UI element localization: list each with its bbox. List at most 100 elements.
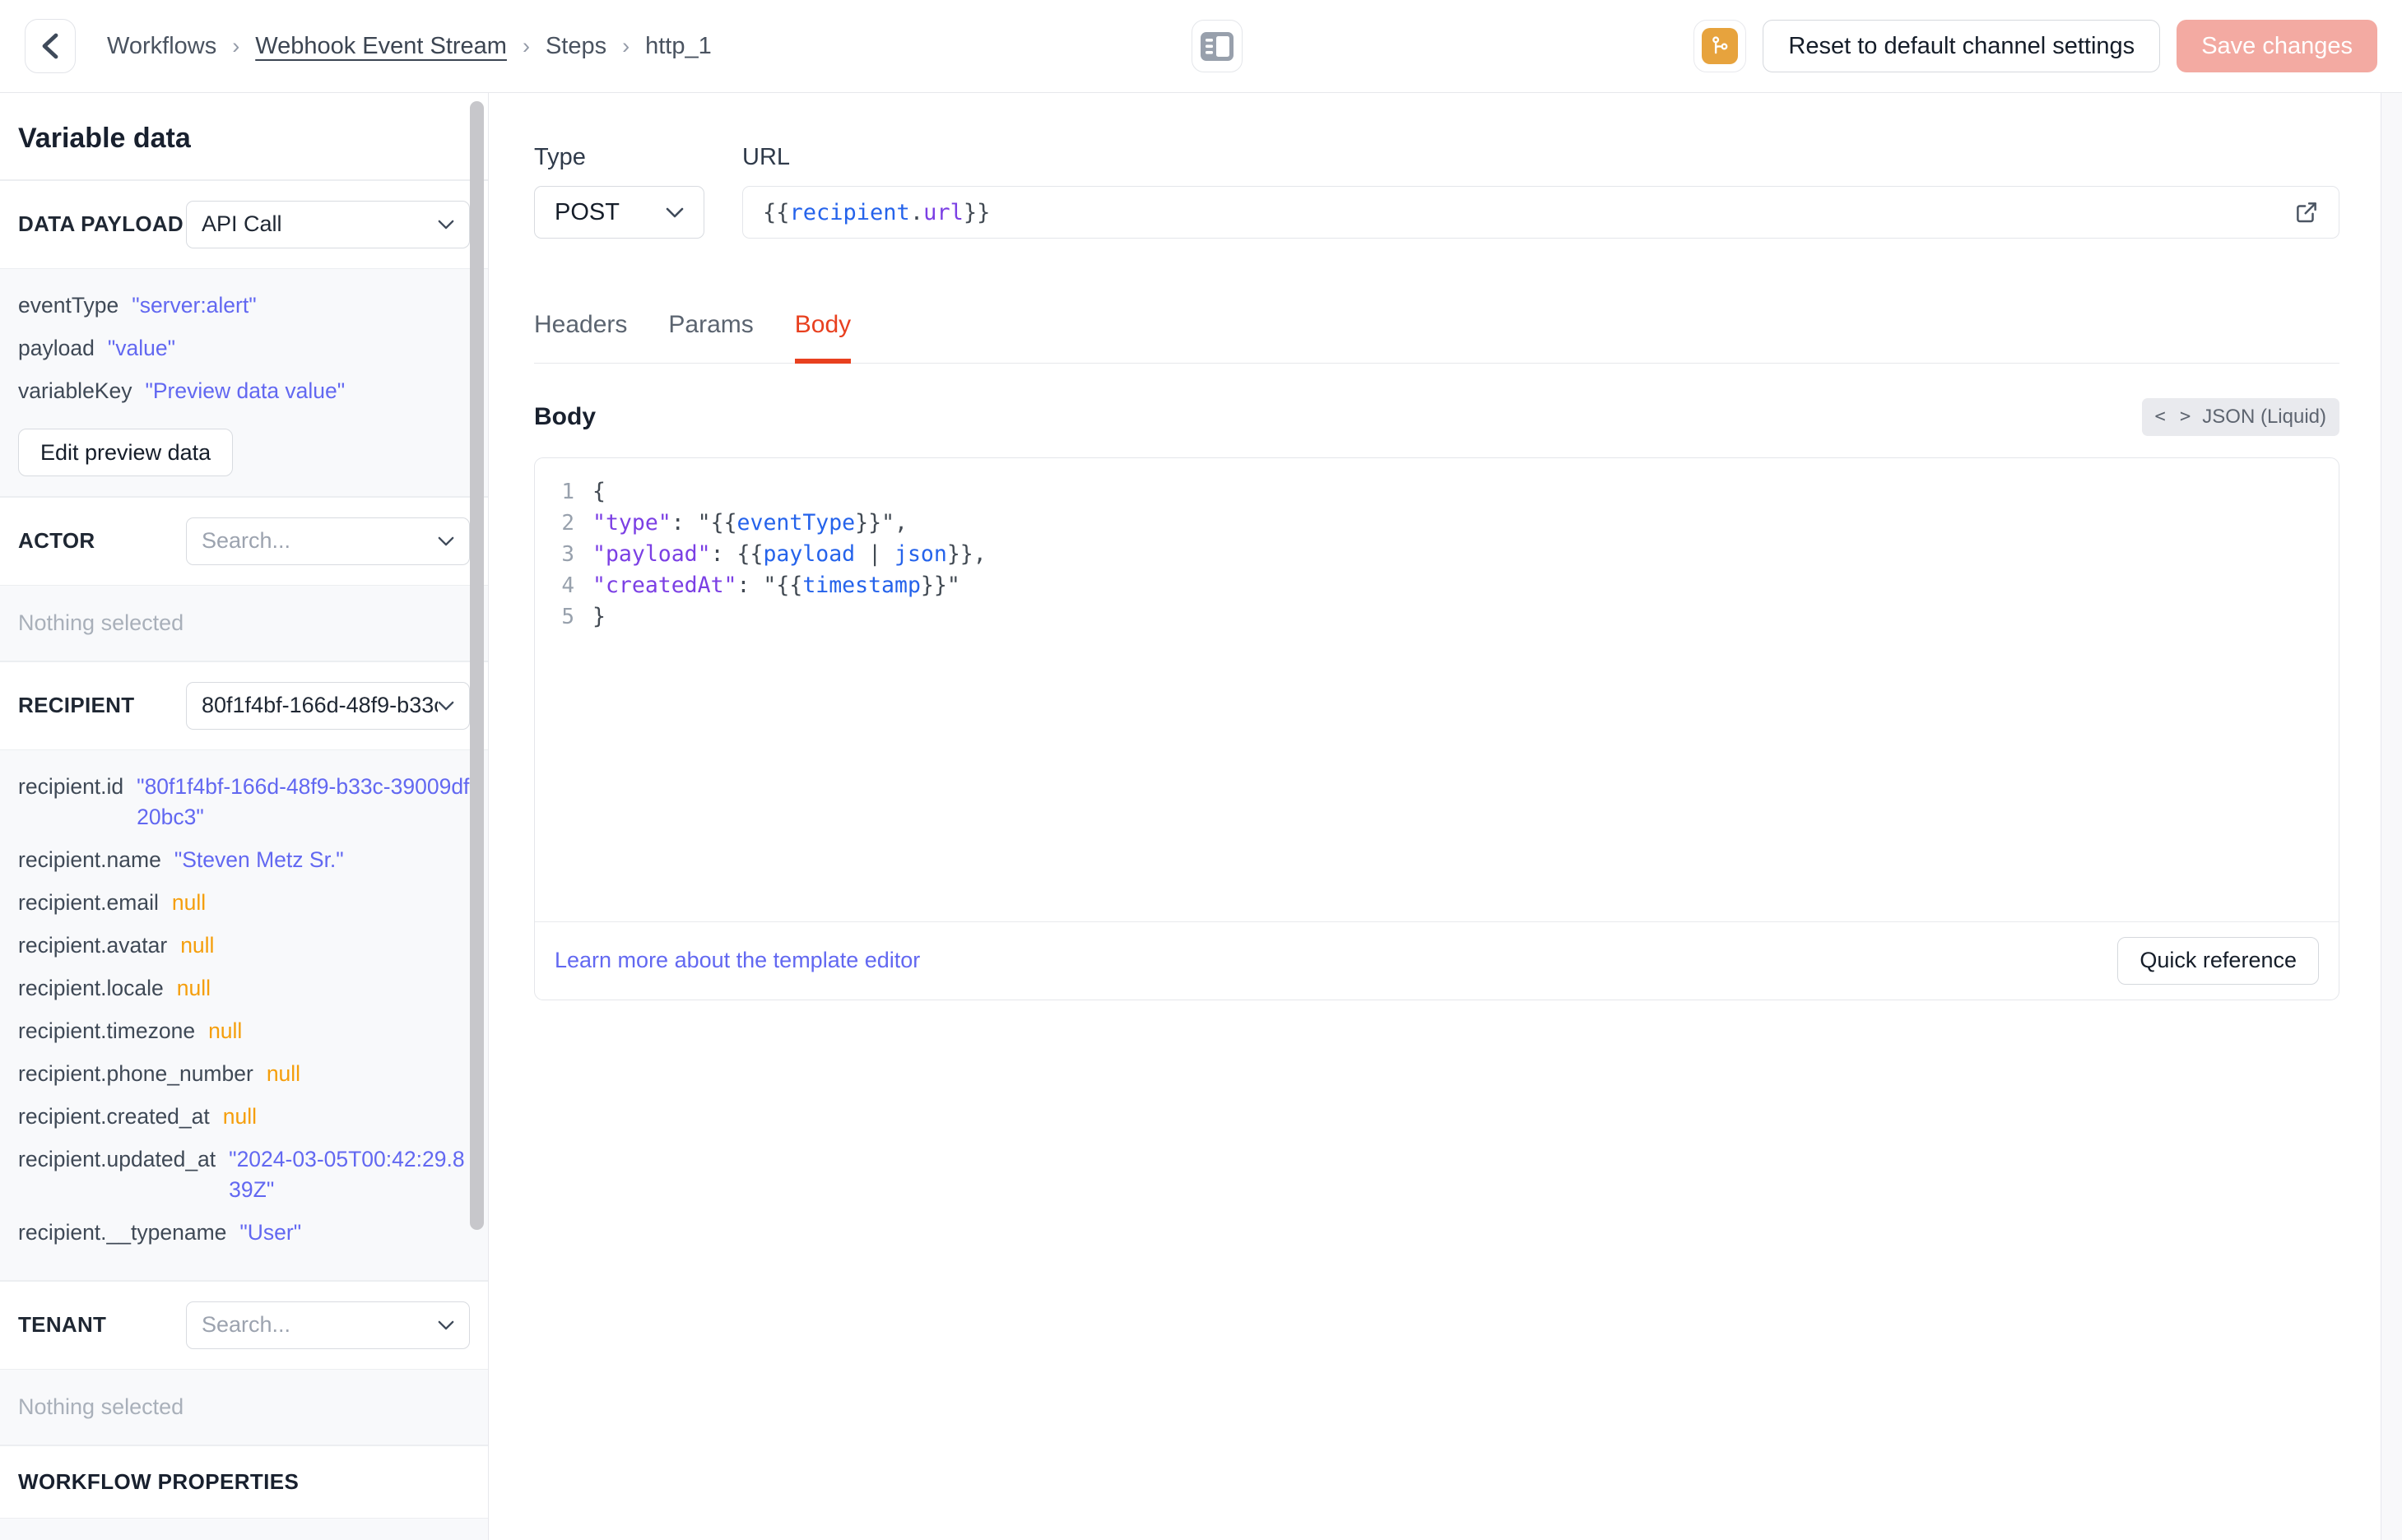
actor-search-input[interactable]: Search...	[186, 517, 470, 565]
section-tenant: TENANT Search...	[0, 1281, 488, 1369]
recipient-select[interactable]: 80f1f4bf-166d-48f9-b33c	[186, 681, 470, 730]
variable-key: variableKey	[18, 378, 132, 403]
tab-params[interactable]: Params	[668, 311, 753, 364]
section-label-recipient: RECIPIENT	[18, 693, 135, 717]
url-field: URL {{recipient.url}}	[742, 144, 2339, 239]
variable-value: "value"	[107, 336, 175, 360]
quick-reference-button[interactable]: Quick reference	[2117, 936, 2319, 985]
code-text: {	[592, 476, 606, 508]
chevron-left-icon	[39, 32, 61, 60]
variable-row: recipient.name "Steven Metz Sr."	[18, 845, 470, 875]
section-header: WORKFLOW PROPERTIES	[0, 1445, 488, 1518]
code-token: "	[763, 572, 777, 598]
variable-key: recipient.phone_number	[18, 1061, 253, 1086]
code-text: "createdAt": "{{timestamp}}"	[592, 570, 960, 601]
code-token: "	[881, 509, 895, 536]
recipient-data-section: recipient.id "80f1f4bf-166d-48f9-b33c-390…	[0, 750, 488, 1280]
code-token: :	[710, 540, 737, 567]
version-diff-button[interactable]	[1693, 20, 1747, 72]
breadcrumb-steps[interactable]: Steps	[546, 33, 606, 60]
variable-value: null	[176, 976, 211, 1000]
url-input[interactable]: {{recipient.url}}	[742, 186, 2339, 239]
variable-row: variableKey "Preview data value"	[18, 376, 470, 406]
variable-data-panel: Variable data DATA PAYLOAD API Call eventT…	[0, 93, 489, 1540]
code-token: ,	[894, 509, 908, 536]
line-number: 4	[561, 573, 574, 598]
branch-icon	[1702, 28, 1739, 64]
variable-key: recipient.updated_at	[18, 1147, 216, 1171]
code-token: {{	[710, 509, 737, 536]
variable-key: payload	[18, 336, 95, 360]
url-value: {{recipient.url}}	[763, 200, 2294, 225]
actor-value: Search...	[202, 528, 291, 553]
type-field: Type POST	[534, 144, 704, 239]
code-text: }	[592, 601, 606, 633]
variable-key: recipient.__typename	[18, 1220, 227, 1245]
sidebar-scrollbar-thumb[interactable]	[470, 101, 484, 1230]
code-text: "type": "{{eventType}}",	[592, 508, 908, 539]
back-button[interactable]	[25, 19, 76, 73]
variable-row: recipient.timezone null	[18, 1016, 470, 1046]
recipient-value: 80f1f4bf-166d-48f9-b33c	[202, 693, 438, 717]
variable-value: null	[171, 890, 207, 915]
reset-channel-settings-button[interactable]: Reset to default channel settings	[1763, 20, 2161, 72]
code-token: {	[592, 478, 606, 504]
variable-value: null	[180, 933, 215, 958]
tenant-search-input[interactable]: Search...	[186, 1301, 470, 1349]
data-payload-select[interactable]: API Call	[186, 200, 470, 248]
edit-preview-data-button[interactable]: Edit preview data	[18, 429, 234, 476]
tenant-value: Search...	[202, 1312, 291, 1337]
line-number: 5	[561, 604, 574, 629]
url-token: }}	[963, 199, 991, 225]
code-token: eventType	[736, 509, 856, 536]
chevron-down-icon	[438, 220, 454, 230]
breadcrumb-workflows[interactable]: Workflows	[107, 33, 216, 60]
code-token: }}	[855, 509, 882, 536]
toggle-sidebar-button[interactable]	[1192, 20, 1243, 72]
code-token: timestamp	[802, 572, 921, 598]
url-token: url	[923, 199, 964, 225]
template-editor-docs-link[interactable]: Learn more about the template editor	[555, 948, 920, 973]
chevron-down-icon	[666, 207, 684, 218]
section-label-actor: ACTOR	[18, 528, 95, 553]
language-badge: < > JSON (Liquid)	[2141, 397, 2339, 436]
variable-row: recipient.locale null	[18, 973, 470, 1004]
breadcrumb-separator: ›	[522, 33, 530, 58]
body-editor-card: 1{2 "type": "{{eventType}}", 3 "payload": {…	[534, 457, 2339, 1000]
code-line: 4 "createdAt": "{{timestamp}}"	[535, 570, 2339, 601]
external-link-icon[interactable]	[2294, 200, 2319, 225]
code-token: :	[736, 572, 764, 598]
tab-body[interactable]: Body	[794, 311, 852, 364]
variable-key: recipient.id	[18, 774, 124, 799]
code-token: payload	[763, 540, 856, 567]
breadcrumb-workflow-name[interactable]: Webhook Event Stream	[255, 33, 507, 60]
line-number: 1	[561, 479, 574, 504]
method-select-value: POST	[555, 198, 620, 225]
code-token: "createdAt"	[592, 572, 737, 598]
tab-headers[interactable]: Headers	[534, 311, 627, 364]
chevron-down-icon	[438, 701, 454, 711]
preview-data-section: eventType "server:alert" payload "value" var…	[0, 269, 488, 496]
breadcrumb: Workflows › Webhook Event Stream › Steps…	[107, 33, 712, 60]
chevron-down-icon	[438, 536, 454, 546]
section-label-tenant: TENANT	[18, 1312, 107, 1337]
code-token: "type"	[592, 509, 671, 536]
section-data-payload: DATA PAYLOAD API Call	[0, 180, 488, 268]
variable-value: null	[208, 1018, 243, 1043]
code-editor[interactable]: 1{2 "type": "{{eventType}}", 3 "payload": {…	[535, 458, 2339, 921]
variable-row: recipient.avatar null	[18, 930, 470, 961]
variable-row: eventType "server:alert"	[18, 290, 470, 321]
breadcrumb-separator: ›	[232, 33, 240, 58]
section-label-data-payload: DATA PAYLOAD	[18, 211, 184, 236]
code-token: :	[671, 509, 698, 536]
code-token: {{	[736, 540, 764, 567]
variable-value: "Steven Metz Sr."	[174, 847, 344, 872]
save-changes-button[interactable]: Save changes	[2177, 20, 2377, 72]
variable-value: "User"	[239, 1220, 302, 1245]
panel-layout-icon	[1200, 31, 1234, 62]
empty-state: Nothing selected	[0, 586, 488, 661]
method-select[interactable]: POST	[534, 186, 704, 239]
breadcrumb-separator: ›	[622, 33, 630, 58]
url-token: {{	[763, 199, 790, 225]
code-token: "	[946, 572, 960, 598]
